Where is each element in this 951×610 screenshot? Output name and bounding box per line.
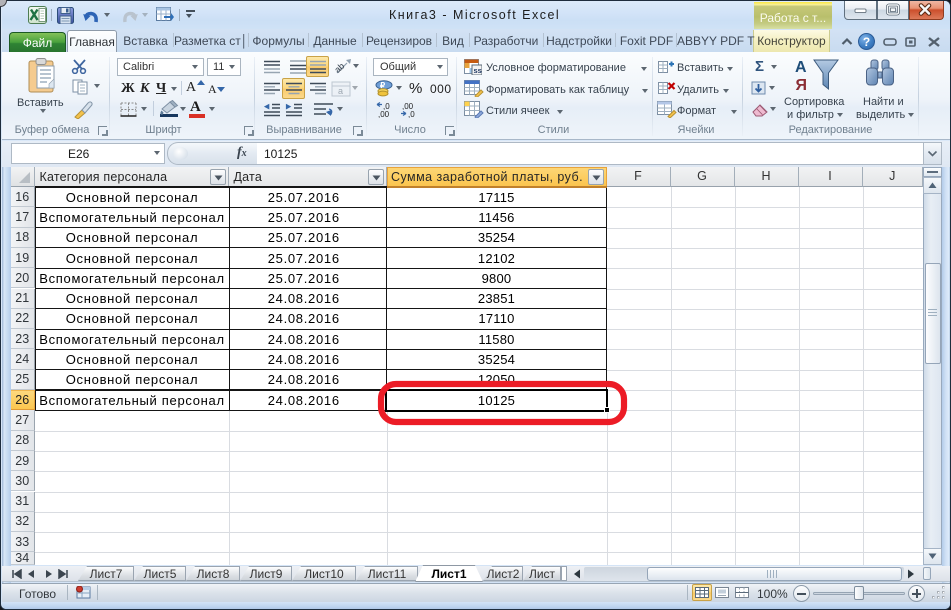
svg-text:ss: ss bbox=[474, 66, 482, 75]
svg-text:Я: Я bbox=[796, 77, 808, 93]
svg-text:А: А bbox=[795, 59, 807, 76]
svg-text:,0: ,0 bbox=[408, 110, 415, 118]
svg-text:ab: ab bbox=[334, 61, 346, 75]
svg-text:,00: ,00 bbox=[378, 110, 390, 118]
svg-text:a: a bbox=[338, 86, 343, 96]
